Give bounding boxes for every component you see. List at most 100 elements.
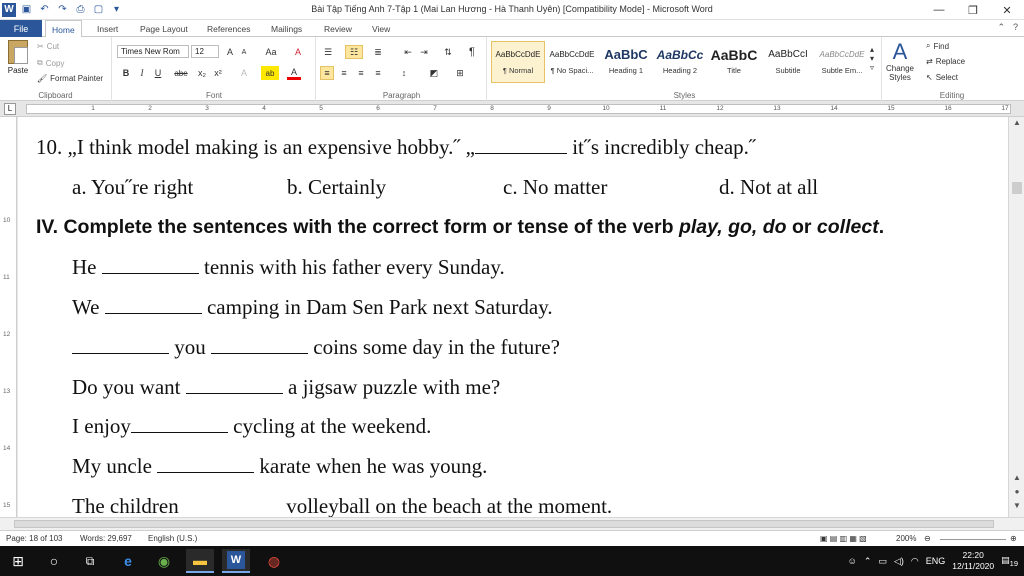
notifications-icon[interactable]: ▤19 [1001,555,1018,568]
styles-scroll[interactable]: ▴ ▾ ▿ [870,45,874,72]
document-page[interactable]: 10. „I think model making is an expensiv… [18,117,1008,517]
wifi-icon[interactable]: ◠ [911,556,919,567]
style-normal[interactable]: AaBbCcDdE ¶ Normal [491,41,545,83]
answer-blank[interactable] [104,296,202,314]
volume-icon[interactable]: ◁) [894,556,904,567]
answer-blank[interactable] [185,376,283,394]
style-no-spacing[interactable]: AaBbCcDdE ¶ No Spaci... [545,41,599,83]
format-painter-button[interactable]: 🖌 Format Painter [37,74,103,83]
grow-font-button[interactable]: A [223,45,237,59]
restore-button[interactable]: ❐ [956,0,990,20]
find-button[interactable]: ⌕ Find [926,41,949,51]
highlight-button[interactable]: ab [261,66,279,80]
vertical-scrollbar[interactable]: ▲ ▲ ● ▼ [1008,117,1024,517]
style-heading-2[interactable]: AaBbCc Heading 2 [653,41,707,83]
close-button[interactable]: ✕ [990,0,1024,20]
scroll-down-icon[interactable]: ▼ [1011,501,1023,510]
align-center-icon[interactable]: ≡ [337,66,351,80]
change-styles-button[interactable]: A Change Styles [883,40,917,83]
borders-icon[interactable]: ⊞ [453,66,467,80]
answer-blank[interactable] [130,415,228,433]
copy-button[interactable]: ⧉ Copy [37,58,64,68]
answer-blank[interactable] [72,336,169,354]
zoom-in-icon[interactable]: ⊕ [1010,534,1017,543]
style-heading-1[interactable]: AaBbC Heading 1 [599,41,653,83]
select-button[interactable]: ↖ Select [926,73,958,82]
clock[interactable]: 22:20 12/11/2020 [952,550,994,572]
multilevel-list-icon[interactable]: ≣ [371,45,385,59]
tab-selector-icon[interactable]: L [4,103,16,115]
answer-blank[interactable] [101,256,199,274]
cut-button[interactable]: ✂ Cut [37,42,59,51]
word-taskbar-icon[interactable]: W [222,549,250,573]
subscript-button[interactable]: x₂ [195,66,209,80]
answer-blank[interactable] [211,336,308,354]
font-name-combo[interactable]: Times New Rom [117,45,189,58]
numbering-icon[interactable]: ☷ [345,45,363,59]
show-formatting-button[interactable]: ¶ [465,45,479,59]
windows-start-icon[interactable]: ⊞ [4,549,32,573]
horizontal-scrollbar[interactable] [0,517,1024,530]
chevron-up-icon[interactable]: ⌃ [864,556,872,567]
answer-blank[interactable] [157,455,255,473]
font-size-combo[interactable]: 12 [191,45,219,58]
bold-button[interactable]: B [119,66,133,80]
strikethrough-button[interactable]: abe [171,66,191,80]
browse-object-icon[interactable]: ● [1011,487,1023,496]
people-icon[interactable]: ☺ [848,556,857,566]
line-spacing-icon[interactable]: ↕ [397,66,411,80]
superscript-button[interactable]: x² [211,66,225,80]
tab-view[interactable]: View [366,20,396,37]
chrome-icon[interactable]: ◍ [260,549,288,573]
tab-page-layout[interactable]: Page Layout [134,20,194,37]
shading-icon[interactable]: ◩ [427,66,441,80]
shrink-font-button[interactable]: A [237,45,251,59]
tab-mailings[interactable]: Mailings [265,20,308,37]
justify-icon[interactable]: ≡ [371,66,385,80]
task-view-icon[interactable]: ⧉ [76,549,104,573]
scroll-up-icon[interactable]: ▲ [1011,118,1023,127]
zoom-level[interactable]: 200% [896,534,916,543]
language-indicator[interactable]: English (U.S.) [148,534,197,543]
help-icon[interactable]: ? [1013,22,1018,33]
font-color-button[interactable]: A [287,66,301,80]
scroll-up-page-icon[interactable]: ▲ [1011,473,1023,482]
tab-home[interactable]: Home [45,20,82,38]
tab-review[interactable]: Review [318,20,358,37]
text-effects-button[interactable]: A [237,66,251,80]
paste-button[interactable]: Paste [4,40,32,75]
tab-file[interactable]: File [0,20,42,37]
tab-references[interactable]: References [201,20,256,37]
app-icon[interactable]: ◉ [150,549,178,573]
increase-indent-icon[interactable]: ⇥ [417,45,431,59]
search-icon[interactable]: ○ [40,549,68,573]
decrease-indent-icon[interactable]: ⇤ [401,45,415,59]
file-explorer-icon[interactable]: ▬ [186,549,214,573]
italic-button[interactable]: I [135,66,149,80]
ribbon-collapse-icon[interactable]: ⌃ [997,22,1005,33]
page-count[interactable]: Page: 18 of 103 [6,534,63,543]
tab-insert[interactable]: Insert [91,20,124,37]
clear-formatting-button[interactable]: A [291,45,305,59]
edge-icon[interactable]: e [114,549,142,573]
style-subtle-emphasis[interactable]: AaBbCcDdE Subtle Em... [815,41,869,83]
style-subtitle[interactable]: AaBbCcI Subtitle [761,41,815,83]
hscroll-thumb[interactable] [14,520,994,528]
word-count[interactable]: Words: 29,697 [80,534,132,543]
sort-icon[interactable]: ⇅ [441,45,455,59]
view-buttons[interactable]: ▣ ▤ ▥ ▦ ▧ [820,534,867,543]
bullets-icon[interactable]: ☰ [321,45,335,59]
scroll-thumb[interactable] [1012,182,1022,194]
align-right-icon[interactable]: ≡ [354,66,368,80]
answer-blank[interactable] [184,495,281,513]
zoom-out-icon[interactable]: ⊖ [924,534,931,543]
zoom-slider[interactable] [940,539,1006,540]
minimize-button[interactable]: — [922,0,956,20]
answer-blank[interactable] [474,136,567,154]
align-left-icon[interactable]: ≡ [320,66,334,80]
replace-button[interactable]: ⇄ Replace [926,57,965,66]
style-title[interactable]: AaBbC Title [707,41,761,83]
ruler-strip[interactable]: 1 2 3 4 5 6 7 8 9 10 11 12 13 14 15 16 1… [26,104,1011,114]
underline-button[interactable]: U [151,66,165,80]
change-case-button[interactable]: Aa [261,45,281,59]
